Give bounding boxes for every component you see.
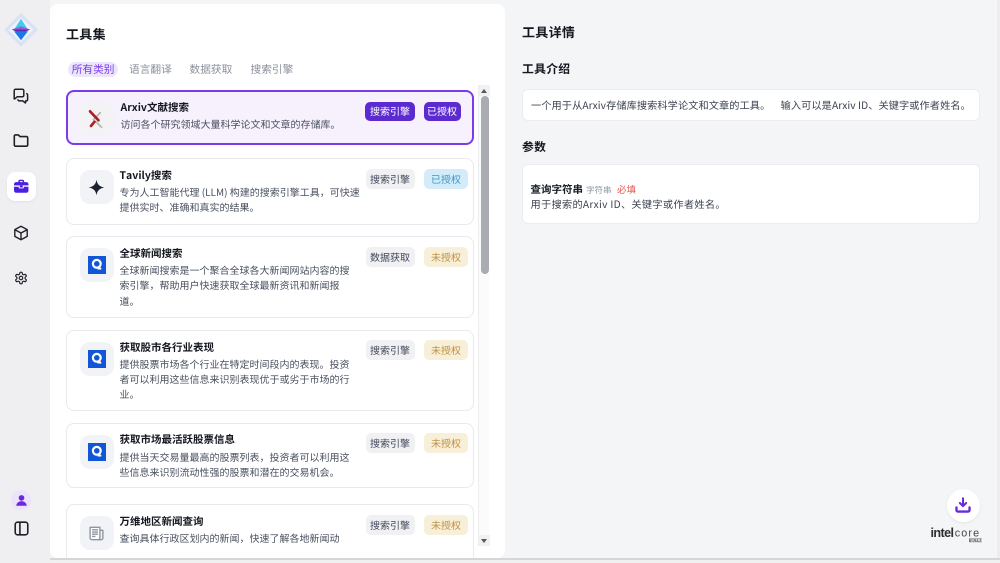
- svg-text:ULTRA: ULTRA: [971, 538, 984, 542]
- svg-text:intel: intel: [931, 526, 954, 540]
